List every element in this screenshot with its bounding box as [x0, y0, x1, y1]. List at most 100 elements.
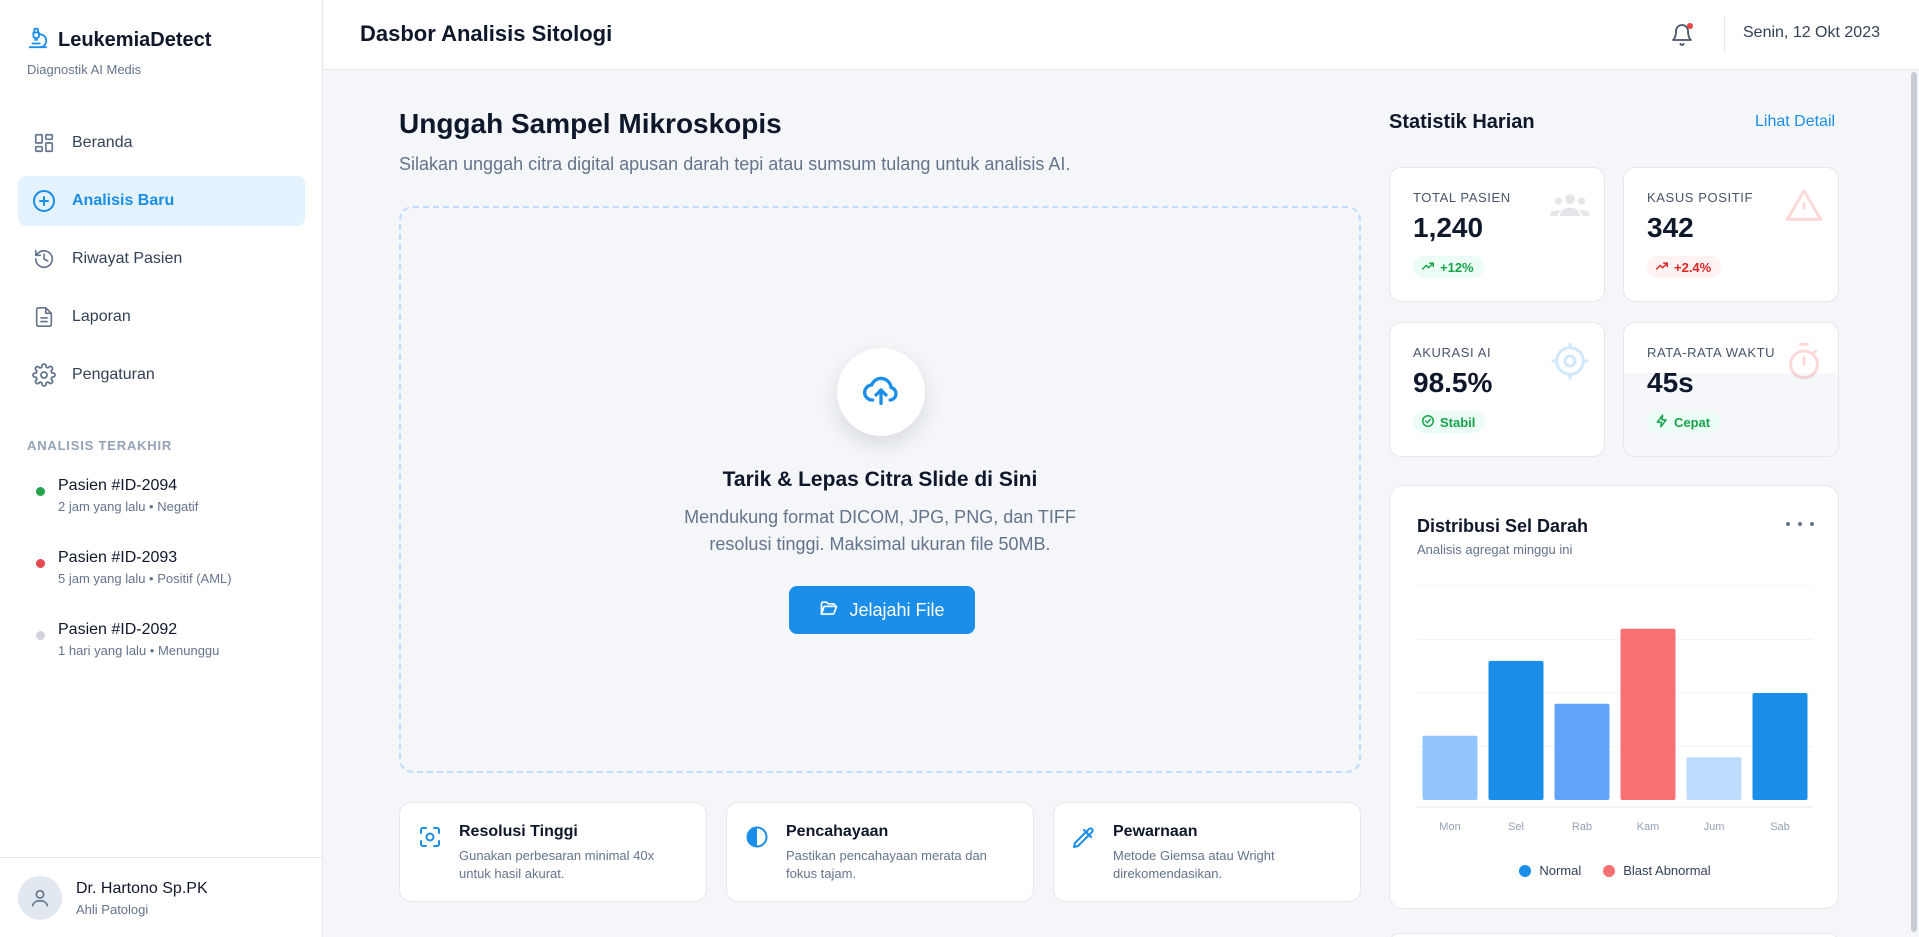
chart-bar-sab[interactable]	[1752, 693, 1808, 800]
notification-button[interactable]	[1670, 22, 1694, 48]
brand-subtitle: Diagnostik AI Medis	[27, 62, 142, 77]
upload-icon-circle	[837, 348, 925, 436]
chart-legend: Normal Blast Abnormal	[1390, 863, 1840, 878]
stat-label: TOTAL PASIEN	[1413, 190, 1511, 205]
x-tick-label: Jum	[1704, 821, 1725, 833]
nav-item-laporan[interactable]: Laporan	[18, 292, 305, 342]
legend-item-normal: Normal	[1519, 863, 1581, 878]
chart-bar-jum[interactable]	[1686, 757, 1742, 800]
stat-value: 342	[1647, 212, 1694, 243]
x-tick-label: Kam	[1637, 821, 1660, 833]
plus-circle-icon	[32, 189, 56, 213]
top-header: Dasbor Analisis Sitologi Senin, 12 Okt 2…	[324, 0, 1919, 70]
patient-meta: 5 jam yang lalu • Positif (AML)	[58, 571, 232, 586]
stat-card-kasus-positif[interactable]: KASUS POSITIF 342 +2.4%	[1623, 167, 1839, 302]
focus-icon	[418, 825, 442, 849]
tip-title: Resolusi Tinggi	[459, 823, 578, 840]
badge-text: Stabil	[1440, 414, 1476, 430]
status-dot	[36, 631, 45, 640]
stat-card-akurasi-ai[interactable]: AKURASI AI 98.5% Stabil	[1389, 322, 1605, 457]
list-item[interactable]: Pasien #ID-2092 1 hari yang lalu • Menun…	[27, 619, 297, 691]
nav-label: Beranda	[72, 134, 133, 151]
upload-tips: Resolusi Tinggi Gunakan perbesaran minim…	[399, 802, 1361, 902]
patient-name: Pasien #ID-2092	[58, 621, 178, 638]
page-title: Dasbor Analisis Sitologi	[360, 21, 613, 46]
recent-analysis-list: Pasien #ID-2094 2 jam yang lalu • Negati…	[27, 475, 297, 691]
user-name: Dr. Hartono Sp.PK	[76, 880, 208, 897]
list-item[interactable]: Pasien #ID-2094 2 jam yang lalu • Negati…	[27, 475, 297, 547]
tip-card: Pewarnaan Metode Giemsa atau Wright dire…	[1053, 802, 1361, 902]
status-badge: Cepat	[1647, 411, 1721, 433]
cloud-upload-icon	[861, 370, 901, 415]
chart-card: Distribusi Sel Darah Analisis agregat mi…	[1389, 485, 1839, 909]
main-nav: Beranda Analisis Baru Riwayat Pasien Lap…	[18, 118, 305, 408]
x-tick-label: Rab	[1572, 821, 1592, 833]
browse-file-button[interactable]: Jelajahi File	[789, 586, 975, 634]
status-badge: +12%	[1413, 256, 1484, 278]
stat-label: RATA-RATA WAKTU	[1647, 345, 1776, 360]
tip-description: Metode Giemsa atau Wright direkomendasik…	[1113, 848, 1275, 881]
stat-value: 1,240	[1413, 212, 1484, 243]
trend-up-icon	[1655, 259, 1669, 276]
status-dot	[36, 487, 45, 496]
upload-title: Unggah Sampel Mikroskopis	[399, 108, 782, 139]
legend-swatch	[1519, 864, 1532, 877]
nav-item-analisis-baru[interactable]: Analisis Baru	[18, 176, 305, 226]
bar-chart: Mon Sel Rab Kam Jum Sab	[1417, 585, 1813, 833]
tip-description: Gunakan perbesaran minimal 40x untuk has…	[459, 848, 655, 881]
browse-label: Jelajahi File	[849, 599, 945, 620]
drop-description: Mendukung format DICOM, JPG, PNG, dan TI…	[684, 507, 1076, 554]
folder-open-icon	[819, 598, 839, 623]
users-icon	[1550, 186, 1590, 226]
tip-card: Pencahayaan Pastikan pencahayaan merata …	[726, 802, 1034, 902]
status-badge: Stabil	[1413, 411, 1486, 433]
user-profile[interactable]: Dr. Hartono Sp.PK Ahli Patologi	[0, 857, 323, 937]
history-icon	[32, 247, 56, 271]
daily-stats-title: Statistik Harian	[1389, 111, 1535, 133]
x-tick-label: Sab	[1770, 821, 1790, 833]
chart-bar-rab[interactable]	[1554, 703, 1610, 800]
stat-card-rata-rata-waktu[interactable]: RATA-RATA WAKTU 45s Cepat	[1623, 322, 1839, 457]
check-circle-icon	[1421, 414, 1435, 431]
upload-subtitle: Silakan unggah citra digital apusan dara…	[399, 154, 1071, 174]
stopwatch-icon	[1784, 341, 1824, 381]
stat-card-total-pasien[interactable]: TOTAL PASIEN 1,240 +12%	[1389, 167, 1605, 302]
upload-dropzone[interactable]: Tarik & Lepas Citra Slide di Sini Menduk…	[399, 206, 1361, 773]
list-item[interactable]: Pasien #ID-2093 5 jam yang lalu • Positi…	[27, 547, 297, 619]
nav-item-beranda[interactable]: Beranda	[18, 118, 305, 168]
recent-analysis-heading: ANALISIS TERAKHIR	[27, 438, 173, 453]
patient-name: Pasien #ID-2094	[58, 477, 178, 494]
nav-label: Riwayat Pasien	[72, 250, 183, 267]
brand[interactable]: LeukemiaDetect	[27, 26, 211, 55]
tip-title: Pencahayaan	[786, 823, 889, 840]
badge-text: Cepat	[1674, 414, 1711, 430]
drop-title: Tarik & Lepas Citra Slide di Sini	[722, 468, 1038, 491]
chart-bar-sel[interactable]	[1488, 660, 1544, 800]
badge-text: +12%	[1440, 259, 1474, 275]
chart-bar-kam[interactable]	[1620, 628, 1676, 800]
patient-name: Pasien #ID-2093	[58, 549, 178, 566]
current-date: Senin, 12 Okt 2023	[1743, 24, 1880, 41]
badge-text: +2.4%	[1674, 259, 1712, 275]
chart-bar-mon[interactable]	[1422, 735, 1478, 800]
patient-meta: 1 hari yang lalu • Menunggu	[58, 643, 220, 658]
tip-card: Resolusi Tinggi Gunakan perbesaran minim…	[399, 802, 707, 902]
nav-label: Laporan	[72, 308, 131, 325]
contrast-icon	[745, 825, 769, 849]
legend-item-blast-abnormal: Blast Abnormal	[1603, 863, 1711, 878]
stat-label: KASUS POSITIF	[1647, 190, 1754, 205]
page-scrollbar[interactable]	[1911, 72, 1917, 932]
nav-item-pengaturan[interactable]: Pengaturan	[18, 350, 305, 400]
microscope-icon	[27, 26, 49, 55]
avatar	[18, 876, 62, 920]
stat-value: 98.5%	[1413, 367, 1493, 398]
legend-label: Blast Abnormal	[1623, 863, 1711, 878]
nav-item-riwayat-pasien[interactable]: Riwayat Pasien	[18, 234, 305, 284]
x-tick-label: Sel	[1508, 821, 1524, 833]
tip-title: Pewarnaan	[1113, 823, 1198, 840]
status-dot	[36, 559, 45, 568]
stat-label: AKURASI AI	[1413, 345, 1492, 360]
user-role: Ahli Patologi	[76, 902, 149, 917]
view-detail-link[interactable]: Lihat Detail	[1755, 113, 1835, 131]
bolt-icon	[1655, 413, 1669, 431]
